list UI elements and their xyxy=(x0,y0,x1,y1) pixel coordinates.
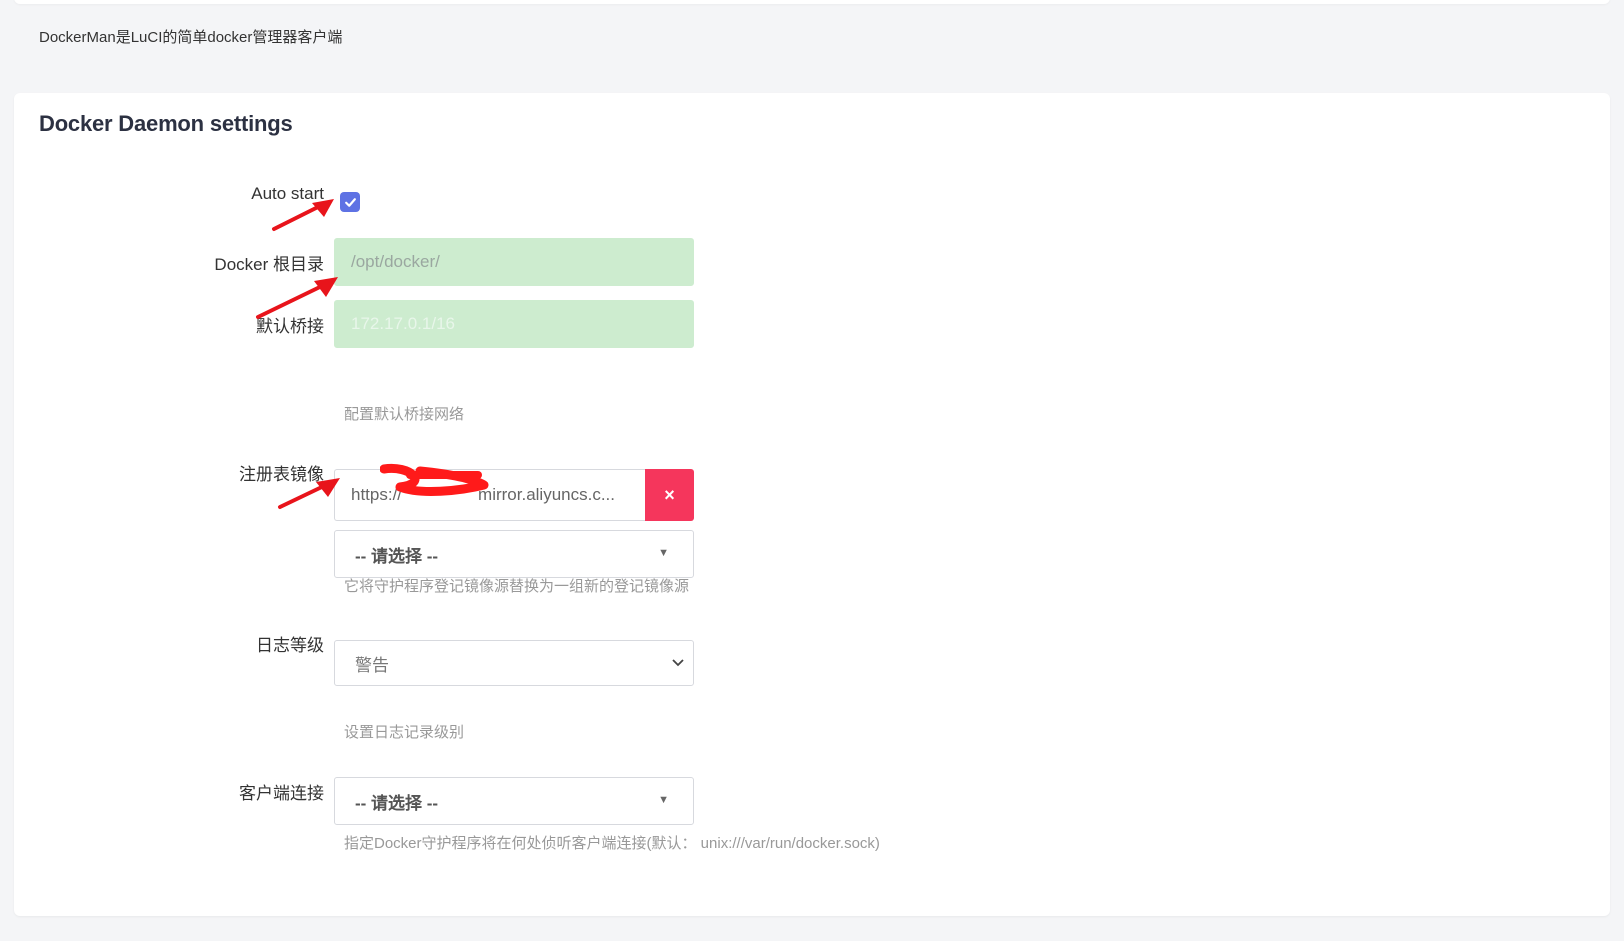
client-connection-select-value: -- 请选择 -- xyxy=(355,793,439,813)
registry-mirror-select-value: -- 请选择 -- xyxy=(355,546,439,566)
log-level-label: 日志等级 xyxy=(256,636,324,655)
section-title: Docker Daemon settings xyxy=(39,111,293,136)
annotation-arrow-icon xyxy=(278,478,340,509)
registry-mirror-select[interactable]: -- 请选择 -- ▼ xyxy=(334,530,694,578)
previous-card xyxy=(14,0,1610,4)
annotation-arrow-icon xyxy=(272,199,334,231)
client-connection-select[interactable]: -- 请选择 -- ▼ xyxy=(334,777,694,825)
docker-daemon-settings-section: Docker Daemon settings Auto start Docker… xyxy=(14,93,1610,916)
default-bridge-input[interactable]: 172.17.0.1/16 xyxy=(334,300,694,348)
remove-mirror-button[interactable]: × xyxy=(645,469,694,521)
client-connection-hint: 指定Docker守护程序将在何处侦听客户端连接(默认： unix:///var/… xyxy=(344,835,880,852)
caret-down-icon: ▼ xyxy=(658,547,669,559)
log-level-value: 警告 xyxy=(355,655,389,675)
caret-down-icon: ▼ xyxy=(658,794,669,806)
intro-description: DockerMan是LuCI的简单docker管理器客户端 xyxy=(39,29,343,46)
chevron-down-icon xyxy=(672,659,684,667)
default-bridge-hint: 配置默认桥接网络 xyxy=(344,406,465,423)
log-level-select[interactable]: 警告 xyxy=(334,640,694,686)
client-connection-label: 客户端连接 xyxy=(239,784,324,803)
log-level-hint: 设置日志记录级别 xyxy=(344,724,465,741)
registry-mirror-value-suffix: mirror.aliyuncs.c... xyxy=(478,485,616,504)
close-icon: × xyxy=(664,484,675,505)
redaction-scribble xyxy=(380,463,489,496)
docker-root-input[interactable]: /opt/docker/ xyxy=(334,238,694,286)
docker-root-label: Docker 根目录 xyxy=(214,255,324,274)
check-icon xyxy=(344,197,356,207)
auto-start-checkbox[interactable] xyxy=(340,192,360,212)
registry-mirror-hint: 它将守护程序登记镜像源替换为一组新的登记镜像源 xyxy=(344,578,690,595)
annotation-arrow-icon xyxy=(256,277,338,319)
